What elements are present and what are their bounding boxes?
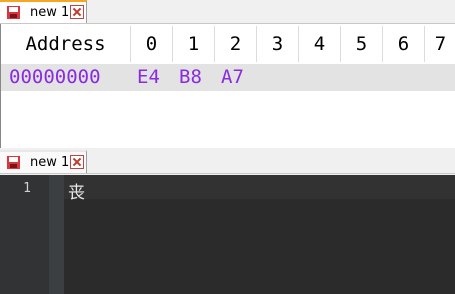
tab-label: new 1	[30, 5, 70, 20]
close-icon[interactable]	[70, 155, 84, 169]
column-header-3: 3	[257, 26, 299, 62]
hex-data-row[interactable]: 00000000 E4 B8 A7	[1, 64, 455, 91]
editor-tab-bar: new 1	[0, 150, 455, 174]
current-line-highlight	[64, 175, 455, 199]
column-header-7: 7	[434, 33, 447, 55]
text-editor[interactable]: 1 丧	[0, 175, 455, 294]
tab-new-1-editor[interactable]: new 1	[0, 150, 87, 173]
column-header-5: 5	[341, 26, 383, 62]
hex-editor-panel[interactable]: Address 0 1 2 3 4 5 6 7 00000000 E4 B8 A…	[0, 24, 455, 148]
hex-byte-0[interactable]: E4	[137, 64, 160, 91]
close-icon[interactable]	[70, 5, 84, 19]
column-header-1: 1	[173, 26, 215, 62]
hex-byte-2[interactable]: A7	[221, 64, 244, 91]
fold-margin	[49, 175, 64, 294]
column-header-2: 2	[215, 26, 257, 62]
hex-header-row: Address 0 1 2 3 4 5 6 7	[1, 26, 455, 62]
column-header-4: 4	[299, 26, 341, 62]
floppy-disk-icon	[7, 6, 20, 19]
hex-tab-bar: new 1	[0, 0, 455, 24]
hex-byte-1[interactable]: B8	[179, 64, 202, 91]
line-number: 1	[23, 181, 31, 196]
editor-line-text[interactable]: 丧	[68, 178, 85, 203]
floppy-disk-icon	[7, 156, 20, 169]
tab-new-1-hex[interactable]: new 1	[0, 0, 87, 23]
line-number-gutter: 1	[0, 175, 49, 294]
address-column-header: Address	[1, 26, 131, 62]
tab-label: new 1	[30, 155, 70, 170]
column-header-6: 6	[383, 26, 425, 62]
row-address: 00000000	[9, 66, 101, 88]
column-header-0: 0	[131, 26, 173, 62]
